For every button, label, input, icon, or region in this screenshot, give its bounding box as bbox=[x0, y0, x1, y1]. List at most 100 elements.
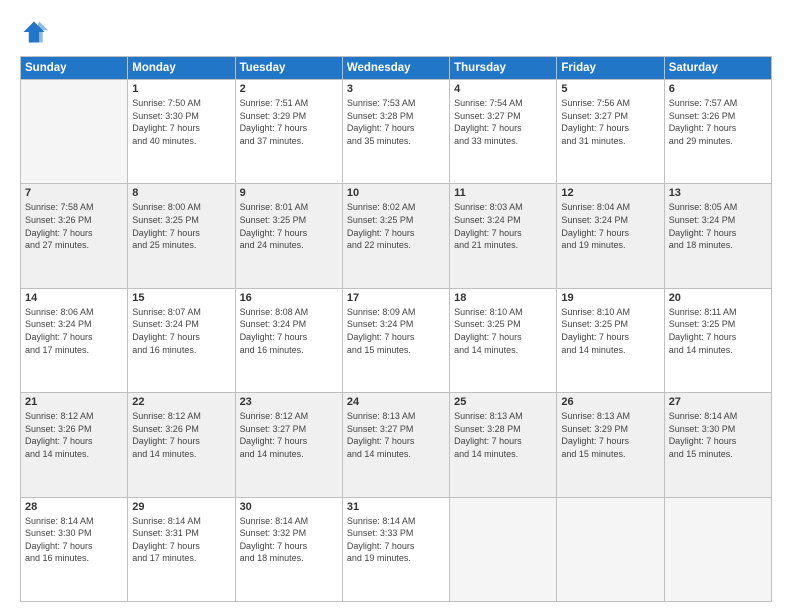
cell-info-line: Sunset: 3:24 PM bbox=[132, 318, 230, 331]
cell-info-line: Sunset: 3:27 PM bbox=[454, 110, 552, 123]
calendar-cell: 12Sunrise: 8:04 AMSunset: 3:24 PMDayligh… bbox=[557, 184, 664, 288]
weekday-header-friday: Friday bbox=[557, 57, 664, 80]
cell-info-line: Daylight: 7 hours bbox=[347, 331, 445, 344]
day-number: 4 bbox=[454, 83, 552, 95]
cell-info-line: and 27 minutes. bbox=[25, 239, 123, 252]
cell-info-line: Sunrise: 8:01 AM bbox=[240, 201, 338, 214]
day-number: 28 bbox=[25, 501, 123, 513]
day-number: 11 bbox=[454, 187, 552, 199]
cell-info-line: and 15 minutes. bbox=[561, 448, 659, 461]
calendar-cell bbox=[557, 497, 664, 601]
cell-info-line: Sunset: 3:27 PM bbox=[240, 423, 338, 436]
cell-info-line: and 15 minutes. bbox=[669, 448, 767, 461]
cell-info-line: Sunrise: 7:57 AM bbox=[669, 97, 767, 110]
cell-info-line: Sunset: 3:29 PM bbox=[240, 110, 338, 123]
calendar-cell: 24Sunrise: 8:13 AMSunset: 3:27 PMDayligh… bbox=[342, 393, 449, 497]
cell-info-line: Sunrise: 8:00 AM bbox=[132, 201, 230, 214]
cell-info-line: Daylight: 7 hours bbox=[454, 227, 552, 240]
cell-info-line: Daylight: 7 hours bbox=[240, 540, 338, 553]
cell-info-line: Sunrise: 8:13 AM bbox=[561, 410, 659, 423]
cell-info-line: Sunrise: 8:10 AM bbox=[561, 306, 659, 319]
cell-info-line: Daylight: 7 hours bbox=[25, 227, 123, 240]
calendar-week-row: 1Sunrise: 7:50 AMSunset: 3:30 PMDaylight… bbox=[21, 80, 772, 184]
cell-info-line: Sunset: 3:26 PM bbox=[25, 423, 123, 436]
day-number: 5 bbox=[561, 83, 659, 95]
cell-info-line: Daylight: 7 hours bbox=[669, 435, 767, 448]
cell-info-line: and 18 minutes. bbox=[669, 239, 767, 252]
cell-info-line: Sunrise: 8:02 AM bbox=[347, 201, 445, 214]
calendar-cell bbox=[450, 497, 557, 601]
cell-info-line: Sunset: 3:26 PM bbox=[132, 423, 230, 436]
cell-info-line: Sunrise: 8:12 AM bbox=[132, 410, 230, 423]
cell-info-line: and 19 minutes. bbox=[347, 552, 445, 565]
cell-info-line: Sunrise: 8:11 AM bbox=[669, 306, 767, 319]
cell-info-line: and 16 minutes. bbox=[240, 344, 338, 357]
day-number: 12 bbox=[561, 187, 659, 199]
cell-info-line: Sunset: 3:24 PM bbox=[454, 214, 552, 227]
calendar-cell: 30Sunrise: 8:14 AMSunset: 3:32 PMDayligh… bbox=[235, 497, 342, 601]
cell-info-line: Sunset: 3:27 PM bbox=[347, 423, 445, 436]
cell-info-line: Daylight: 7 hours bbox=[240, 227, 338, 240]
cell-info-line: and 31 minutes. bbox=[561, 135, 659, 148]
cell-info-line: and 14 minutes. bbox=[561, 344, 659, 357]
weekday-header-thursday: Thursday bbox=[450, 57, 557, 80]
cell-info-line: Daylight: 7 hours bbox=[347, 227, 445, 240]
cell-info-line: Sunset: 3:26 PM bbox=[669, 110, 767, 123]
cell-info-line: Sunset: 3:25 PM bbox=[561, 318, 659, 331]
cell-info-line: Sunset: 3:30 PM bbox=[669, 423, 767, 436]
logo-icon bbox=[20, 18, 48, 46]
cell-info-line: Sunrise: 8:05 AM bbox=[669, 201, 767, 214]
cell-info-line: Sunset: 3:25 PM bbox=[132, 214, 230, 227]
cell-info-line: Daylight: 7 hours bbox=[25, 540, 123, 553]
cell-info-line: Sunset: 3:24 PM bbox=[669, 214, 767, 227]
cell-info-line: Daylight: 7 hours bbox=[347, 435, 445, 448]
cell-info-line: Sunrise: 8:14 AM bbox=[240, 515, 338, 528]
cell-info-line: and 14 minutes. bbox=[454, 344, 552, 357]
calendar-cell: 26Sunrise: 8:13 AMSunset: 3:29 PMDayligh… bbox=[557, 393, 664, 497]
calendar-cell: 29Sunrise: 8:14 AMSunset: 3:31 PMDayligh… bbox=[128, 497, 235, 601]
cell-info-line: Sunrise: 8:12 AM bbox=[25, 410, 123, 423]
day-number: 22 bbox=[132, 396, 230, 408]
calendar-cell: 20Sunrise: 8:11 AMSunset: 3:25 PMDayligh… bbox=[664, 288, 771, 392]
weekday-header-tuesday: Tuesday bbox=[235, 57, 342, 80]
cell-info-line: Sunrise: 8:13 AM bbox=[454, 410, 552, 423]
cell-info-line: Daylight: 7 hours bbox=[454, 122, 552, 135]
cell-info-line: Daylight: 7 hours bbox=[132, 435, 230, 448]
day-number: 24 bbox=[347, 396, 445, 408]
day-number: 7 bbox=[25, 187, 123, 199]
calendar-cell: 14Sunrise: 8:06 AMSunset: 3:24 PMDayligh… bbox=[21, 288, 128, 392]
calendar-cell: 2Sunrise: 7:51 AMSunset: 3:29 PMDaylight… bbox=[235, 80, 342, 184]
cell-info-line: and 37 minutes. bbox=[240, 135, 338, 148]
cell-info-line: Sunrise: 7:50 AM bbox=[132, 97, 230, 110]
cell-info-line: Daylight: 7 hours bbox=[561, 227, 659, 240]
calendar-cell: 1Sunrise: 7:50 AMSunset: 3:30 PMDaylight… bbox=[128, 80, 235, 184]
cell-info-line: Sunrise: 8:12 AM bbox=[240, 410, 338, 423]
day-number: 18 bbox=[454, 292, 552, 304]
calendar-cell: 15Sunrise: 8:07 AMSunset: 3:24 PMDayligh… bbox=[128, 288, 235, 392]
cell-info-line: and 14 minutes. bbox=[132, 448, 230, 461]
day-number: 15 bbox=[132, 292, 230, 304]
day-number: 3 bbox=[347, 83, 445, 95]
day-number: 31 bbox=[347, 501, 445, 513]
cell-info-line: and 14 minutes. bbox=[347, 448, 445, 461]
cell-info-line: Sunset: 3:26 PM bbox=[25, 214, 123, 227]
calendar-cell: 4Sunrise: 7:54 AMSunset: 3:27 PMDaylight… bbox=[450, 80, 557, 184]
weekday-header-row: SundayMondayTuesdayWednesdayThursdayFrid… bbox=[21, 57, 772, 80]
cell-info-line: Sunset: 3:25 PM bbox=[669, 318, 767, 331]
header bbox=[20, 18, 772, 46]
cell-info-line: and 16 minutes. bbox=[25, 552, 123, 565]
cell-info-line: Sunset: 3:28 PM bbox=[454, 423, 552, 436]
cell-info-line: Sunset: 3:25 PM bbox=[454, 318, 552, 331]
day-number: 13 bbox=[669, 187, 767, 199]
day-number: 30 bbox=[240, 501, 338, 513]
calendar-cell: 5Sunrise: 7:56 AMSunset: 3:27 PMDaylight… bbox=[557, 80, 664, 184]
cell-info-line: Sunset: 3:24 PM bbox=[347, 318, 445, 331]
day-number: 8 bbox=[132, 187, 230, 199]
cell-info-line: and 33 minutes. bbox=[454, 135, 552, 148]
cell-info-line: Sunrise: 7:58 AM bbox=[25, 201, 123, 214]
calendar-cell: 17Sunrise: 8:09 AMSunset: 3:24 PMDayligh… bbox=[342, 288, 449, 392]
cell-info-line: Sunset: 3:28 PM bbox=[347, 110, 445, 123]
calendar-cell: 9Sunrise: 8:01 AMSunset: 3:25 PMDaylight… bbox=[235, 184, 342, 288]
cell-info-line: Sunset: 3:25 PM bbox=[347, 214, 445, 227]
cell-info-line: Sunset: 3:25 PM bbox=[240, 214, 338, 227]
